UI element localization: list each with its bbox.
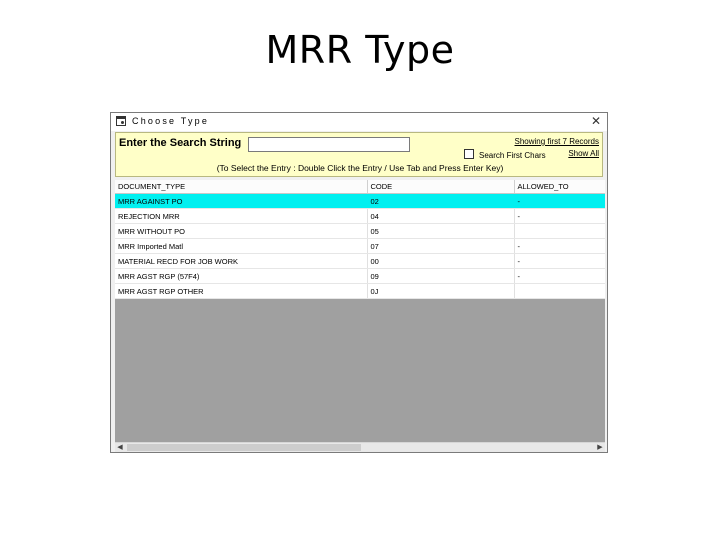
showing-records-link[interactable]: Showing first 7 Records bbox=[515, 137, 599, 146]
table-row[interactable]: MRR AGST RGP (57F4) 09 - bbox=[115, 268, 605, 284]
cell-allowed-to[interactable]: - bbox=[514, 253, 605, 269]
cell-allowed-to[interactable]: - bbox=[514, 193, 605, 209]
column-header-code[interactable]: CODE bbox=[367, 180, 515, 194]
scroll-left-icon[interactable]: ◀ bbox=[115, 443, 125, 452]
cell-document-type[interactable]: MRR Imported Matl bbox=[115, 238, 368, 254]
cell-code[interactable]: 0J bbox=[367, 283, 515, 299]
cell-code[interactable]: 07 bbox=[367, 238, 515, 254]
column-header-allowed-to[interactable]: ALLOWED_TO bbox=[514, 180, 605, 194]
search-first-chars-option[interactable]: Search First Chars bbox=[464, 149, 546, 160]
cell-document-type[interactable]: REJECTION MRR bbox=[115, 208, 368, 224]
records-grid: DOCUMENT_TYPE CODE ALLOWED_TO MRR AGAINS… bbox=[115, 180, 605, 442]
table-row[interactable]: MRR Imported Matl 07 - bbox=[115, 238, 605, 254]
window-icon bbox=[116, 116, 126, 126]
window-titlebar[interactable]: Choose Type ✕ bbox=[111, 113, 607, 131]
table-row[interactable]: MRR AGST RGP OTHER 0J bbox=[115, 283, 605, 299]
selection-hint: (To Select the Entry : Double Click the … bbox=[216, 163, 504, 173]
table-row[interactable]: MRR AGAINST PO 02 - bbox=[115, 193, 605, 209]
cell-document-type[interactable]: MRR AGAINST PO bbox=[115, 193, 368, 209]
records-table: DOCUMENT_TYPE CODE ALLOWED_TO MRR AGAINS… bbox=[115, 180, 605, 299]
show-all-link[interactable]: Show All bbox=[568, 149, 599, 158]
cell-allowed-to[interactable] bbox=[514, 283, 605, 299]
cell-document-type[interactable]: MRR AGST RGP (57F4) bbox=[115, 268, 368, 284]
table-row[interactable]: REJECTION MRR 04 - bbox=[115, 208, 605, 224]
cell-code[interactable]: 04 bbox=[367, 208, 515, 224]
slide-title: MRR Type bbox=[265, 28, 455, 72]
search-first-chars-checkbox[interactable] bbox=[464, 149, 474, 159]
close-button[interactable]: ✕ bbox=[589, 113, 603, 129]
cell-document-type[interactable]: MRR WITHOUT PO bbox=[115, 223, 368, 239]
choose-type-dialog: Choose Type ✕ Enter the Search String Sh… bbox=[110, 112, 608, 453]
cell-code[interactable]: 09 bbox=[367, 268, 515, 284]
table-row[interactable]: MRR WITHOUT PO 05 bbox=[115, 223, 605, 239]
cell-document-type[interactable]: MRR AGST RGP OTHER bbox=[115, 283, 368, 299]
column-header-document-type[interactable]: DOCUMENT_TYPE bbox=[115, 180, 368, 194]
cell-allowed-to[interactable]: - bbox=[514, 208, 605, 224]
search-input[interactable] bbox=[248, 137, 410, 152]
scroll-right-icon[interactable]: ▶ bbox=[595, 443, 605, 452]
cell-allowed-to[interactable]: - bbox=[514, 268, 605, 284]
cell-code[interactable]: 02 bbox=[367, 193, 515, 209]
search-label: Enter the Search String bbox=[119, 137, 242, 149]
search-first-chars-label: Search First Chars bbox=[479, 151, 546, 160]
window-title: Choose Type bbox=[132, 116, 210, 126]
cell-allowed-to[interactable] bbox=[514, 223, 605, 239]
cell-document-type[interactable]: MATERIAL RECD FOR JOB WORK bbox=[115, 253, 368, 269]
horizontal-scrollbar[interactable]: ◀ ▶ bbox=[115, 442, 605, 452]
search-panel: Enter the Search String Showing first 7 … bbox=[115, 132, 603, 177]
scrollbar-thumb[interactable] bbox=[127, 444, 361, 451]
cell-code[interactable]: 00 bbox=[367, 253, 515, 269]
table-row[interactable]: MATERIAL RECD FOR JOB WORK 00 - bbox=[115, 253, 605, 269]
table-header-row: DOCUMENT_TYPE CODE ALLOWED_TO bbox=[115, 180, 605, 194]
cell-code[interactable]: 05 bbox=[367, 223, 515, 239]
cell-allowed-to[interactable]: - bbox=[514, 238, 605, 254]
